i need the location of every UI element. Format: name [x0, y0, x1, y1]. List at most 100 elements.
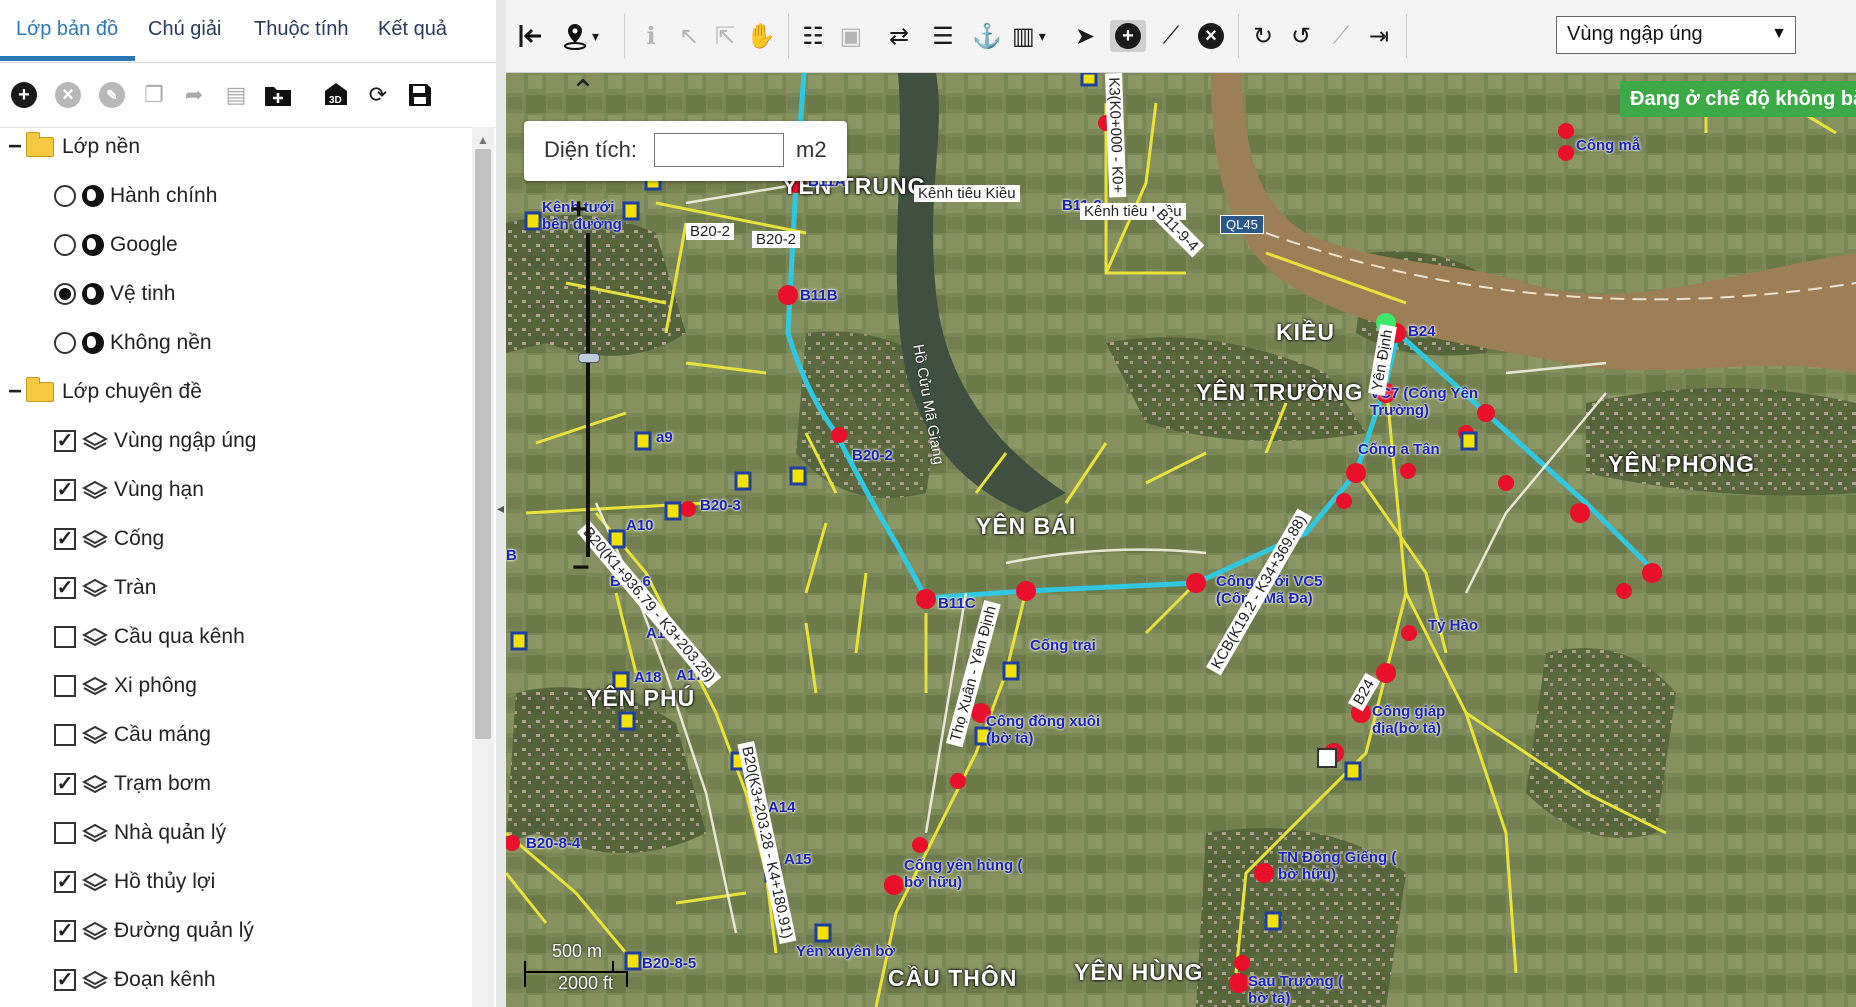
remove-layer-icon[interactable]: ×	[52, 79, 84, 111]
image-icon[interactable]: ▣	[836, 20, 866, 52]
layer-canal-bridge[interactable]: Cầu qua kênh	[54, 617, 245, 657]
radio-button[interactable]	[54, 332, 76, 354]
collapse-icon[interactable]: −	[8, 133, 26, 161]
redo-icon[interactable]: ↻	[1248, 20, 1278, 52]
swap-icon[interactable]: ⇄	[884, 20, 914, 52]
globe-icon	[82, 332, 104, 354]
layer-flood-zone[interactable]: ✓ Vùng ngập úng	[54, 421, 256, 461]
scroll-up-arrow-icon[interactable]: ▲	[477, 133, 489, 147]
zoom-slider[interactable]	[586, 233, 590, 557]
layer-siphon[interactable]: Xi phông	[54, 666, 197, 706]
base-layer-admin[interactable]: Hành chính	[54, 176, 217, 216]
checkbox-checked[interactable]: ✓	[54, 479, 76, 501]
menu-icon[interactable]: ☰	[928, 20, 958, 52]
poi-label: B20-3	[700, 497, 741, 514]
checkbox-unchecked[interactable]	[54, 626, 76, 648]
location-pin-icon[interactable]: ▾	[562, 20, 599, 52]
panel-splitter[interactable]: ◂	[496, 0, 506, 1007]
place-label: CẦU THÔN	[888, 965, 1018, 991]
poi-label: TN Đồng Giếng ( bờ hữu)	[1278, 849, 1397, 883]
tab-legend[interactable]: Chú giải	[148, 18, 221, 41]
undo-icon[interactable]: ↺	[1286, 20, 1316, 52]
pointer-icon[interactable]: ➤	[1070, 20, 1100, 52]
zoom-out-button[interactable]: −	[572, 551, 590, 585]
share-icon[interactable]: ➦	[178, 79, 210, 111]
layer-aqueduct[interactable]: Cầu máng	[54, 715, 211, 755]
layer-management-house[interactable]: Nhà quản lý	[54, 813, 226, 853]
add-folder-icon[interactable]	[262, 79, 294, 111]
forward-icon[interactable]: ⇥	[1364, 20, 1394, 52]
anchor-icon[interactable]: ⚓	[972, 20, 1002, 52]
base-layer-google[interactable]: Google	[54, 225, 178, 265]
zoom-in-button[interactable]: +	[570, 193, 588, 227]
layer-label: Vệ tinh	[110, 282, 176, 305]
checkbox-checked[interactable]: ✓	[54, 430, 76, 452]
pan-hand-icon[interactable]: ✋	[746, 20, 776, 52]
map-toolbar: ▾ ℹ ↖ ⇱ ✋ ☷ ▣ ⇄ ☰ ⚓ ▥ ▾ ➤ + ⟋ × ↻ ↺ ⟋ ⇥ …	[506, 0, 1856, 73]
base-layer-none[interactable]: Không nền	[54, 323, 212, 363]
poi-label: B20-8-5	[642, 955, 697, 972]
copy-icon[interactable]: ❐	[138, 79, 170, 111]
layer-spillway[interactable]: ✓ Tràn	[54, 568, 156, 608]
layer-pump-station[interactable]: ✓ Trạm bơm	[54, 764, 211, 804]
layer-culvert[interactable]: ✓ Cống	[54, 519, 164, 559]
layer-label: Cầu qua kênh	[114, 625, 245, 648]
add-layer-icon[interactable]: +	[8, 79, 40, 111]
scrollbar-thumb[interactable]	[475, 149, 491, 739]
area-input[interactable]	[654, 133, 784, 167]
group-label: Lớp chuyên đề	[62, 380, 202, 403]
layer-select[interactable]: Vùng ngập úng ▼	[1556, 16, 1796, 54]
refresh-icon[interactable]: ⟳	[362, 79, 394, 111]
collapse-arrow-icon[interactable]: ◂	[497, 500, 504, 517]
measure-icon[interactable]: ⟋	[1326, 20, 1356, 52]
layer-management-road[interactable]: ✓ Đường quản lý	[54, 911, 254, 951]
select-box-icon[interactable]: ⇱	[710, 20, 740, 52]
layer-canal-segment[interactable]: ✓ Đoạn kênh	[54, 960, 216, 1000]
tree-scrollbar[interactable]: ▲	[472, 127, 494, 1007]
checkbox-checked[interactable]: ✓	[54, 920, 76, 942]
layer-reservoir[interactable]: ✓ Hồ thủy lợi	[54, 862, 215, 902]
layers-icon	[82, 529, 108, 549]
poi-label: B11B	[800, 287, 838, 304]
select-icon[interactable]: ↖	[674, 20, 704, 52]
checkbox-unchecked[interactable]	[54, 724, 76, 746]
layer-drought-zone[interactable]: ✓ Vùng hạn	[54, 470, 204, 510]
globe-icon	[82, 185, 104, 207]
draw-line-icon[interactable]: ⟋	[1156, 20, 1186, 52]
exit-icon[interactable]	[516, 20, 546, 52]
zoom-slider-handle[interactable]	[578, 353, 600, 363]
checkbox-checked[interactable]: ✓	[54, 871, 76, 893]
table-icon[interactable]: ▤	[220, 79, 252, 111]
column-icon[interactable]: ▥ ▾	[1012, 20, 1046, 52]
group-base-layers[interactable]: − Lớp nền	[8, 127, 140, 167]
remove-circle-icon[interactable]: ×	[1196, 20, 1226, 52]
scale-metric-label: 500 m	[552, 941, 603, 961]
tab-results[interactable]: Kết quả	[378, 18, 447, 41]
list-icon[interactable]: ☷	[798, 20, 828, 52]
save-icon[interactable]	[404, 79, 436, 111]
group-thematic-layers[interactable]: − Lớp chuyên đề	[8, 372, 202, 412]
radio-button-selected[interactable]	[54, 283, 76, 305]
map-canvas[interactable]: YÊN TRUNG KIỀU YÊN TRƯỜNG YÊN PHONG YÊN …	[506, 73, 1856, 1007]
checkbox-checked[interactable]: ✓	[54, 577, 76, 599]
pan-up-arrow-icon[interactable]: ⌃	[566, 77, 600, 107]
checkbox-unchecked[interactable]	[54, 675, 76, 697]
tab-attributes[interactable]: Thuộc tính	[254, 18, 349, 41]
collapse-icon[interactable]: −	[8, 378, 26, 406]
3d-view-icon[interactable]: 3D	[320, 79, 352, 111]
tab-layers[interactable]: Lớp bản đồ	[16, 18, 118, 41]
group-label: Lớp nền	[62, 135, 141, 158]
add-circle-icon[interactable]: +	[1110, 20, 1146, 52]
checkbox-checked[interactable]: ✓	[54, 773, 76, 795]
checkbox-checked[interactable]: ✓	[54, 528, 76, 550]
edit-icon[interactable]: ✎	[96, 79, 128, 111]
chevron-down-icon: ▾	[1038, 27, 1046, 44]
base-layer-satellite[interactable]: Vệ tinh	[54, 274, 175, 314]
checkbox-unchecked[interactable]	[54, 822, 76, 844]
radio-button[interactable]	[54, 234, 76, 256]
poi-label: Cống yên hùng ( bờ hữu)	[904, 857, 1023, 891]
poi-label: B	[506, 547, 517, 564]
checkbox-checked[interactable]: ✓	[54, 969, 76, 991]
radio-button[interactable]	[54, 185, 76, 207]
info-icon[interactable]: ℹ	[636, 20, 666, 52]
